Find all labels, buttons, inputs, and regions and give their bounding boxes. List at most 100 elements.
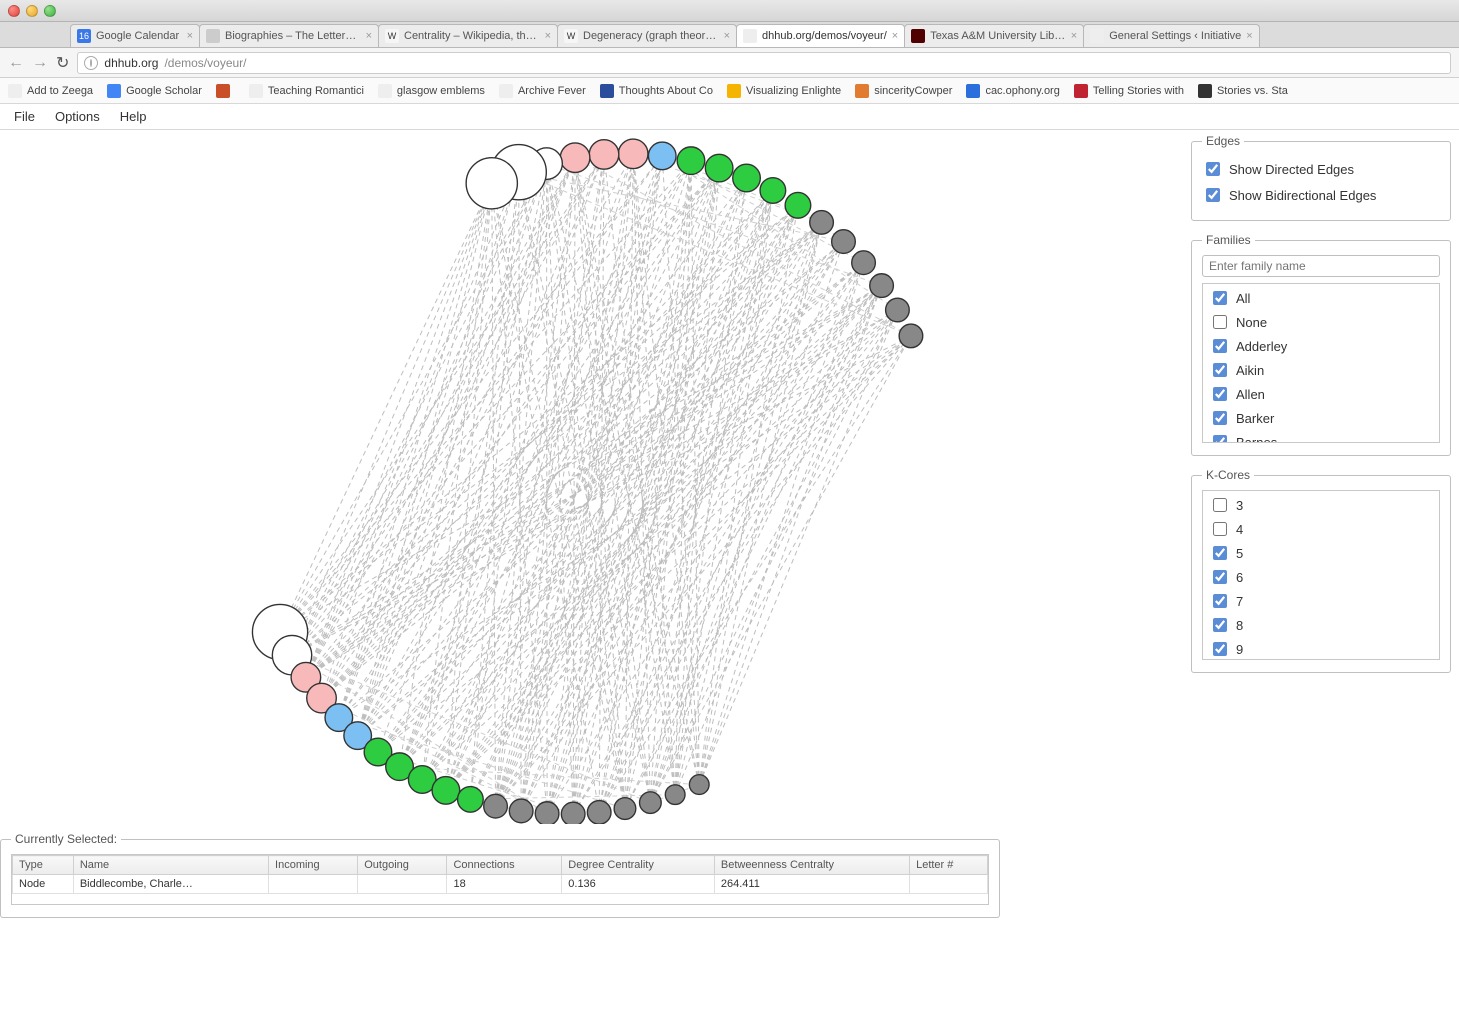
tab-close-icon[interactable]: ×: [724, 30, 730, 42]
kcore-item[interactable]: 6: [1203, 565, 1439, 589]
kcore-item[interactable]: 4: [1203, 517, 1439, 541]
family-checkbox[interactable]: [1213, 339, 1227, 353]
forward-button[interactable]: →: [32, 54, 48, 72]
graph-node[interactable]: [509, 799, 533, 823]
selected-column-header[interactable]: Degree Centrality: [562, 856, 715, 875]
bookmark-item[interactable]: Stories vs. Sta: [1198, 84, 1288, 98]
bookmark-item[interactable]: Visualizing Enlighte: [727, 84, 841, 98]
minimize-window-button[interactable]: [26, 5, 38, 17]
bookmark-item[interactable]: sincerityCowper: [855, 84, 952, 98]
family-checkbox[interactable]: [1213, 435, 1227, 443]
bookmark-item[interactable]: Add to Zeega: [8, 84, 93, 98]
family-item[interactable]: All: [1203, 286, 1439, 310]
graph-node[interactable]: [484, 794, 508, 818]
bookmark-item[interactable]: [216, 84, 235, 98]
kcore-item[interactable]: 5: [1203, 541, 1439, 565]
selected-column-header[interactable]: Type: [13, 856, 74, 875]
tab-close-icon[interactable]: ×: [187, 30, 193, 42]
family-checkbox[interactable]: [1213, 291, 1227, 305]
graph-node[interactable]: [432, 777, 460, 805]
graph-node[interactable]: [589, 140, 619, 170]
graph-node[interactable]: [458, 787, 484, 813]
selected-column-header[interactable]: Connections: [447, 856, 562, 875]
kcore-item[interactable]: 9: [1203, 637, 1439, 660]
kcore-checkbox[interactable]: [1213, 570, 1227, 584]
browser-tab[interactable]: 16Google Calendar×: [70, 24, 200, 47]
table-row[interactable]: NodeBiddlecombe, Charle…180.136264.411: [13, 875, 988, 894]
graph-node[interactable]: [640, 792, 662, 814]
graph-node[interactable]: [785, 192, 811, 218]
show-bidirectional-edges-checkbox[interactable]: Show Bidirectional Edges: [1202, 182, 1440, 208]
graph-node[interactable]: [561, 802, 585, 824]
graph-node[interactable]: [587, 801, 611, 824]
close-window-button[interactable]: [8, 5, 20, 17]
kcore-checkbox[interactable]: [1213, 546, 1227, 560]
tab-close-icon[interactable]: ×: [1246, 30, 1252, 42]
browser-tab[interactable]: dhhub.org/demos/voyeur/×: [736, 24, 905, 47]
selected-column-header[interactable]: Outgoing: [358, 856, 447, 875]
kcore-item[interactable]: 7: [1203, 589, 1439, 613]
menu-file[interactable]: File: [14, 109, 35, 124]
address-bar[interactable]: dhhub.org/demos/voyeur/: [77, 52, 1451, 74]
bookmark-item[interactable]: glasgow emblems: [378, 84, 485, 98]
graph-node[interactable]: [689, 775, 709, 795]
browser-tab[interactable]: General Settings ‹ Initiative×: [1083, 24, 1260, 47]
families-list[interactable]: AllNoneAdderleyAikinAllenBarkerBarnesBed…: [1202, 283, 1440, 443]
family-checkbox[interactable]: [1213, 363, 1227, 377]
kcore-checkbox[interactable]: [1213, 594, 1227, 608]
graph-node[interactable]: [810, 211, 834, 235]
kcore-item[interactable]: 3: [1203, 493, 1439, 517]
kcore-checkbox[interactable]: [1213, 642, 1227, 656]
kcore-item[interactable]: 8: [1203, 613, 1439, 637]
browser-tab[interactable]: Texas A&M University Librari×: [904, 24, 1084, 47]
kcore-checkbox[interactable]: [1213, 522, 1227, 536]
graph-node[interactable]: [618, 139, 648, 169]
menu-help[interactable]: Help: [120, 109, 147, 124]
tab-close-icon[interactable]: ×: [545, 30, 551, 42]
family-item[interactable]: Barnes: [1203, 430, 1439, 443]
graph-node[interactable]: [614, 798, 636, 820]
bookmark-item[interactable]: Thoughts About Co: [600, 84, 713, 98]
kcore-checkbox[interactable]: [1213, 498, 1227, 512]
bookmark-item[interactable]: Archive Fever: [499, 84, 586, 98]
selected-column-header[interactable]: Letter #: [910, 856, 988, 875]
kcores-list[interactable]: 34567891011: [1202, 490, 1440, 660]
graph-node[interactable]: [665, 785, 685, 805]
graph-node[interactable]: [899, 324, 923, 348]
graph-node[interactable]: [677, 147, 705, 175]
bookmark-item[interactable]: Teaching Romantici: [249, 84, 364, 98]
family-item[interactable]: None: [1203, 310, 1439, 334]
reload-button[interactable]: ↻: [56, 53, 69, 73]
show-bidirectional-edges-input[interactable]: [1206, 188, 1220, 202]
family-item[interactable]: Aikin: [1203, 358, 1439, 382]
kcore-checkbox[interactable]: [1213, 618, 1227, 632]
graph-node[interactable]: [535, 802, 559, 824]
graph-node[interactable]: [733, 164, 761, 192]
graph-node[interactable]: [870, 274, 894, 298]
show-directed-edges-input[interactable]: [1206, 162, 1220, 176]
family-item[interactable]: Adderley: [1203, 334, 1439, 358]
graph-node[interactable]: [760, 178, 786, 204]
family-search-input[interactable]: [1202, 255, 1440, 277]
graph-node[interactable]: [466, 158, 517, 209]
graph-canvas[interactable]: [8, 134, 1183, 824]
family-checkbox[interactable]: [1213, 315, 1227, 329]
bookmark-item[interactable]: Telling Stories with: [1074, 84, 1184, 98]
zoom-window-button[interactable]: [44, 5, 56, 17]
browser-tab[interactable]: Biographies – The Letters of×: [199, 24, 379, 47]
graph-node[interactable]: [648, 142, 676, 170]
family-item[interactable]: Allen: [1203, 382, 1439, 406]
graph-node[interactable]: [705, 154, 733, 182]
family-item[interactable]: Barker: [1203, 406, 1439, 430]
family-checkbox[interactable]: [1213, 387, 1227, 401]
browser-tab[interactable]: WCentrality – Wikipedia, the fr×: [378, 24, 558, 47]
back-button[interactable]: ←: [8, 54, 24, 72]
menu-options[interactable]: Options: [55, 109, 100, 124]
bookmark-item[interactable]: cac.ophony.org: [966, 84, 1059, 98]
tab-close-icon[interactable]: ×: [1071, 30, 1077, 42]
selected-column-header[interactable]: Incoming: [269, 856, 358, 875]
graph-node[interactable]: [832, 230, 856, 254]
selected-column-header[interactable]: Name: [73, 856, 268, 875]
tab-close-icon[interactable]: ×: [366, 30, 372, 42]
graph-node[interactable]: [560, 143, 590, 173]
